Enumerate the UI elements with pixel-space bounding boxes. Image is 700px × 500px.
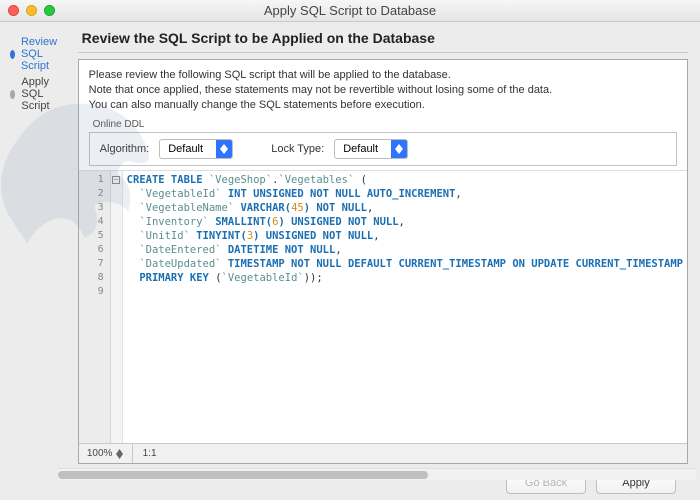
window-titlebar: Apply SQL Script to Database [0,0,700,22]
sql-ident: `VegeShop` [209,174,272,186]
step-indicator-icon [10,50,15,59]
line-number: 4 [79,215,110,229]
wizard-sidebar: Review SQL Script Apply SQL Script [0,22,78,500]
dropdown-arrows-icon [391,140,407,158]
sql-keyword: INT UNSIGNED NOT NULL AUTO_INCREMENT [228,188,456,200]
sql-keyword: CREATE TABLE [127,174,203,186]
line-number: 1 [79,173,110,187]
zoom-value: 100% [87,448,113,459]
sql-ident: `UnitId` [139,230,190,242]
sql-ident: `VegetableId` [139,188,221,200]
online-ddl-row: Algorithm: Default Lock Type: Default [89,132,677,166]
sql-ident: `DateEntered` [139,244,221,256]
zoom-stepper-icon[interactable] [116,449,123,459]
line-number: 6 [79,243,110,257]
line-number: 5 [79,229,110,243]
sql-keyword: TIMESTAMP NOT NULL DEFAULT CURRENT_TIMES… [228,258,683,270]
editor-statusbar: 100% 1:1 [79,443,687,463]
description-line: Note that once applied, these statements… [89,83,677,98]
line-number: 9 [79,285,110,299]
description-text: Please review the following SQL script t… [79,60,687,117]
sql-keyword: TINYINT( [196,230,247,242]
line-number: 7 [79,257,110,271]
algorithm-select[interactable]: Default [159,139,233,159]
fold-gutter: − [111,171,123,443]
sql-code-area[interactable]: CREATE TABLE `VegeShop`.`Vegetables` ( `… [123,171,687,443]
line-number: 8 [79,271,110,285]
algorithm-value: Default [160,143,216,155]
online-ddl-legend: Online DDL [79,117,687,130]
sql-keyword: SMALLINT( [215,216,272,228]
sql-ident: `DateUpdated` [139,258,221,270]
sql-ident: `VegetableId` [222,272,304,284]
review-panel: Please review the following SQL script t… [78,59,688,464]
sql-keyword: PRIMARY KEY [139,272,209,284]
locktype-select[interactable]: Default [334,139,408,159]
zoom-control[interactable]: 100% [79,444,133,463]
description-line: You can also manually change the SQL sta… [89,98,677,113]
algorithm-label: Algorithm: [100,143,150,155]
sql-keyword: VARCHAR( [240,202,291,214]
cursor-ratio: 1:1 [133,448,167,459]
sql-keyword: DATETIME NOT NULL [228,244,335,256]
sql-keyword: ) NOT NULL [304,202,367,214]
description-line: Please review the following SQL script t… [89,68,677,83]
line-number: 3 [79,201,110,215]
window-title: Apply SQL Script to Database [0,3,700,18]
sql-keyword: ) UNSIGNED NOT NULL [253,230,373,242]
step-indicator-icon [10,90,15,99]
dropdown-arrows-icon [216,140,232,158]
sql-keyword: ) UNSIGNED NOT NULL [278,216,398,228]
sql-ident: `Vegetables` [278,174,354,186]
wizard-step-label: Review SQL Script [21,36,72,72]
line-number-gutter: 1 2 3 4 5 6 7 8 9 [79,171,111,443]
sql-editor[interactable]: 1 2 3 4 5 6 7 8 9 − CREATE TABLE `VegeSh… [79,170,687,443]
sql-ident: `VegetableName` [139,202,234,214]
page-title: Review the SQL Script to be Applied on t… [78,30,688,53]
sql-number: 45 [291,202,304,214]
wizard-step-label: Apply SQL Script [21,76,71,112]
sql-ident: `Inventory` [139,216,209,228]
line-number: 2 [79,187,110,201]
wizard-step-apply[interactable]: Apply SQL Script [10,76,72,112]
locktype-value: Default [335,143,391,155]
locktype-label: Lock Type: [271,143,324,155]
wizard-step-review[interactable]: Review SQL Script [10,36,72,72]
fold-toggle-icon[interactable]: − [112,176,120,184]
